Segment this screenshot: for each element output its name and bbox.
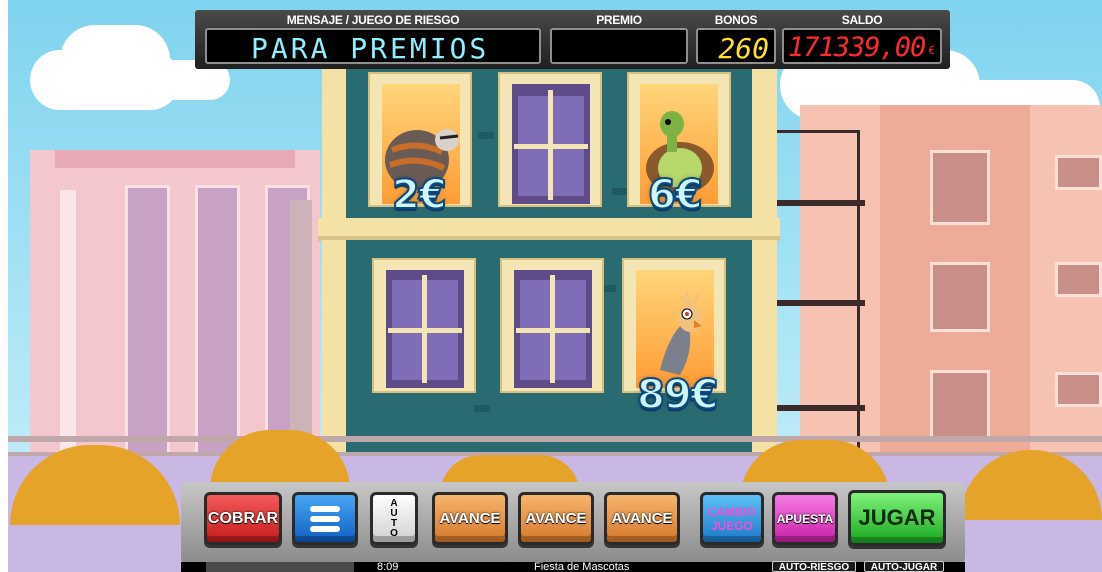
apuesta-label: APUESTA [776,511,834,526]
game-screen: 2€ 6€ 89€ MENSAJE / JUEGO DE RIESGO PARA… [0,0,1102,572]
bonus-value: 260 [718,32,769,64]
auto-letter: A [390,497,398,509]
brick [478,132,494,139]
apuesta-button[interactable]: APUESTA [772,492,838,545]
balance-label: SALDO [841,13,883,27]
auto-letter: O [390,527,398,539]
auto-letter: T [390,517,398,529]
balance-value: 171339,00 [788,32,926,63]
avance-label: AVANCE [611,510,673,527]
balance-display: 171339,00 € [782,28,942,64]
fire-escape-platform [765,300,865,306]
avance-button-1[interactable]: AVANCE [432,492,508,545]
auto-jugar-button[interactable]: AUTO-JUGAR [864,561,944,572]
window-mullion [514,144,588,149]
currency-symbol: € [928,44,935,57]
auto-button[interactable]: A U T O [370,492,418,545]
bonus-label: BONOS [714,13,758,27]
jugar-label: JUGAR [858,505,936,530]
clock-time: 8:09 [377,561,399,572]
parrot-icon [660,291,702,375]
building-ledge [55,150,295,168]
building-window [1055,262,1102,297]
building-window [1055,372,1102,407]
prize-label: 6€ [647,171,704,219]
cambio-label: CAMBIO [707,504,757,519]
message-display: PARA PREMIOS [205,28,541,64]
juego-label: JUEGO [710,518,753,533]
bonus-display: 260 [696,28,776,64]
avance-button-2[interactable]: AVANCE [518,492,594,545]
menu-button[interactable] [292,492,358,545]
jugar-button[interactable]: JUGAR [848,490,946,546]
building-window [930,262,990,332]
fire-escape-platform [765,405,865,411]
fence-rail [8,436,1102,442]
avance-button-3[interactable]: AVANCE [604,492,680,545]
cobrar-button[interactable]: COBRAR [204,492,282,545]
building-window [930,150,990,225]
avance-label: AVANCE [525,510,587,527]
window-mullion [388,328,462,333]
prize-title: PREMIO [596,13,642,27]
building-column [60,190,76,490]
message-text: PARA PREMIOS [251,32,490,64]
auto-riesgo-button[interactable]: AUTO-RIESGO [772,561,856,572]
prize-display [550,28,688,64]
status-progress-area [206,562,354,572]
brick [474,405,490,412]
building-window [1055,155,1102,190]
game-name: Fiesta de Mascotas [534,561,630,572]
window-mullion [516,328,590,333]
prize-label: 89€ [636,371,719,419]
auto-letter: U [390,507,398,519]
menu-icon [310,505,340,532]
message-label: MENSAJE / JUEGO DE RIESGO [286,13,460,27]
building-window [930,370,990,440]
fire-escape-platform [765,200,865,206]
avance-label: AVANCE [439,510,501,527]
cobrar-label: COBRAR [207,509,279,527]
brick [612,188,628,195]
cambio-juego-button[interactable]: CAMBIO JUEGO [700,492,764,545]
prize-label: 2€ [391,171,448,219]
